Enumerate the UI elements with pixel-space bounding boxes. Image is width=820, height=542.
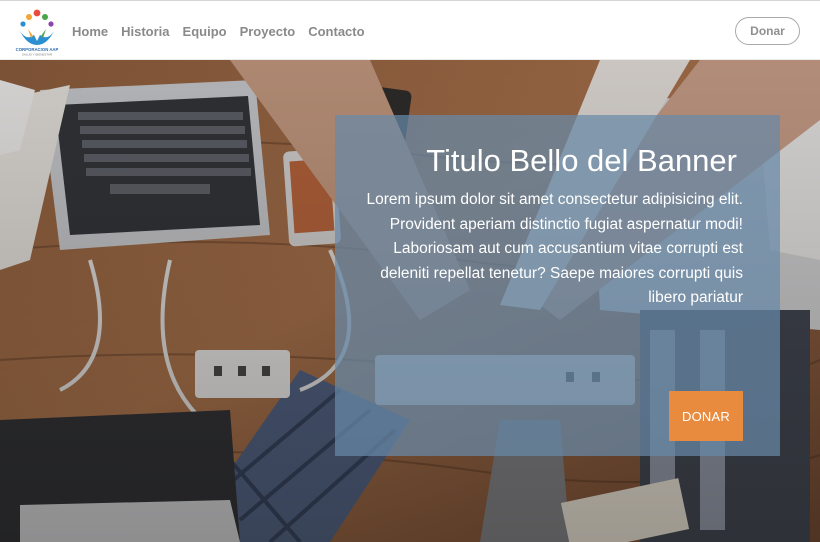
nav-link-equipo[interactable]: Equipo [183,24,227,39]
corporacion-logo[interactable]: CORPORACION AAP SALUD Y BIENESTAR [14,5,60,57]
banner-title: Titulo Bello del Banner [426,143,737,178]
donate-banner-button[interactable]: DONAR [669,391,743,441]
top-navbar: CORPORACION AAP SALUD Y BIENESTAR Home H… [0,0,820,60]
logo-tagline-text: SALUD Y BIENESTAR [22,53,53,57]
nav-link-contacto[interactable]: Contacto [308,24,364,39]
hero-banner: Titulo Bello del Banner Lorem ipsum dolo… [0,60,820,542]
banner-description: Lorem ipsum dolor sit amet consectetur a… [366,191,743,307]
nav-link-proyecto[interactable]: Proyecto [240,24,296,39]
logo-name-text: CORPORACION AAP [16,47,59,52]
banner-card: Titulo Bello del Banner Lorem ipsum dolo… [335,115,780,456]
main-nav: Home Historia Equipo Proyecto Contacto [72,1,365,61]
logo-icon: CORPORACION AAP SALUD Y BIENESTAR [16,9,59,57]
nav-link-historia[interactable]: Historia [121,24,169,39]
nav-link-home[interactable]: Home [72,24,108,39]
donate-nav-button[interactable]: Donar [735,17,800,45]
